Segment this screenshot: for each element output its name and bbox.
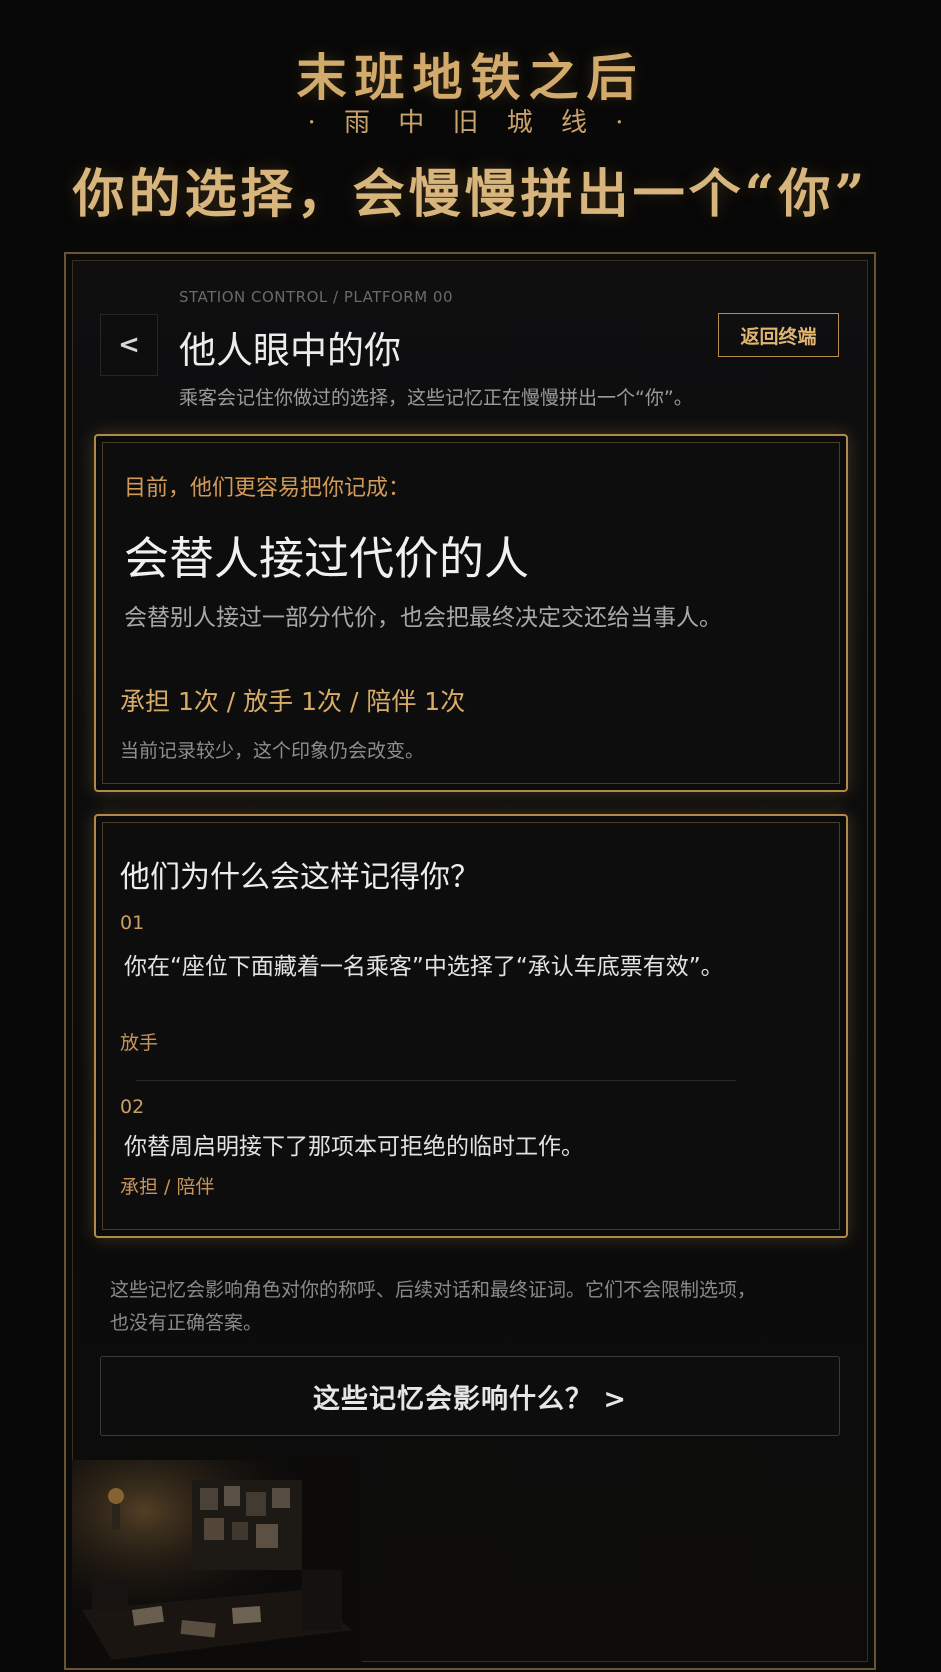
reason-index: 02 <box>120 1096 145 1118</box>
game-subtitle: · 雨 中 旧 城 线 · <box>307 108 634 138</box>
impression-description: 会替别人接过一部分代价，也会把最终决定交还给当事人。 <box>124 605 722 631</box>
impression-stats: 承担 1次 / 放手 1次 / 陪伴 1次 <box>120 687 466 716</box>
breadcrumb: STATION CONTROL / PLATFORM 00 <box>179 288 453 306</box>
reason-divider <box>136 1080 736 1081</box>
chevron-left-icon: < <box>118 330 140 360</box>
page-title: 他人眼中的你 <box>179 329 401 372</box>
page-description: 乘客会记住你做过的选择，这些记忆正在慢慢拼出一个“你”。 <box>179 387 693 409</box>
impression-label: 目前，他们更容易把你记成： <box>124 476 411 501</box>
back-button[interactable]: < <box>100 314 158 376</box>
room-illustration <box>72 1460 362 1665</box>
room-scene-art <box>72 1460 362 1665</box>
tagline: 你的选择，会慢慢拼出一个“你” <box>72 164 869 225</box>
impression-card: 目前，他们更容易把你记成： 会替人接过代价的人 会替别人接过一部分代价，也会把最… <box>94 434 848 792</box>
reason-text: 你在“座位下面藏着一名乘客”中选择了“承认车底票有效”。 <box>124 954 724 980</box>
reason-text: 你替周启明接下了那项本可拒绝的临时工作。 <box>124 1134 584 1160</box>
hero-banner: 末班地铁之后 · 雨 中 旧 城 线 · 你的选择，会慢慢拼出一个“你” <box>0 0 941 250</box>
return-terminal-button[interactable]: 返回终端 <box>718 313 839 357</box>
reason-tags: 承担 / 陪伴 <box>120 1176 215 1198</box>
memory-influence-button[interactable]: 这些记忆会影响什么？ > <box>100 1356 840 1436</box>
impression-title: 会替人接过代价的人 <box>124 532 530 585</box>
reasons-card: 他们为什么会这样记得你？ 01 你在“座位下面藏着一名乘客”中选择了“承认车底票… <box>94 814 848 1238</box>
reasons-heading: 他们为什么会这样记得你？ <box>120 860 480 895</box>
footnote: 这些记忆会影响角色对你的称呼、后续对话和最终证词。它们不会限制选项，也没有正确答… <box>110 1279 757 1334</box>
game-title: 末班地铁之后 <box>296 48 645 107</box>
reason-index: 01 <box>120 912 145 934</box>
impression-note: 当前记录较少，这个印象仍会改变。 <box>120 740 425 762</box>
reason-tags: 放手 <box>120 1032 159 1054</box>
